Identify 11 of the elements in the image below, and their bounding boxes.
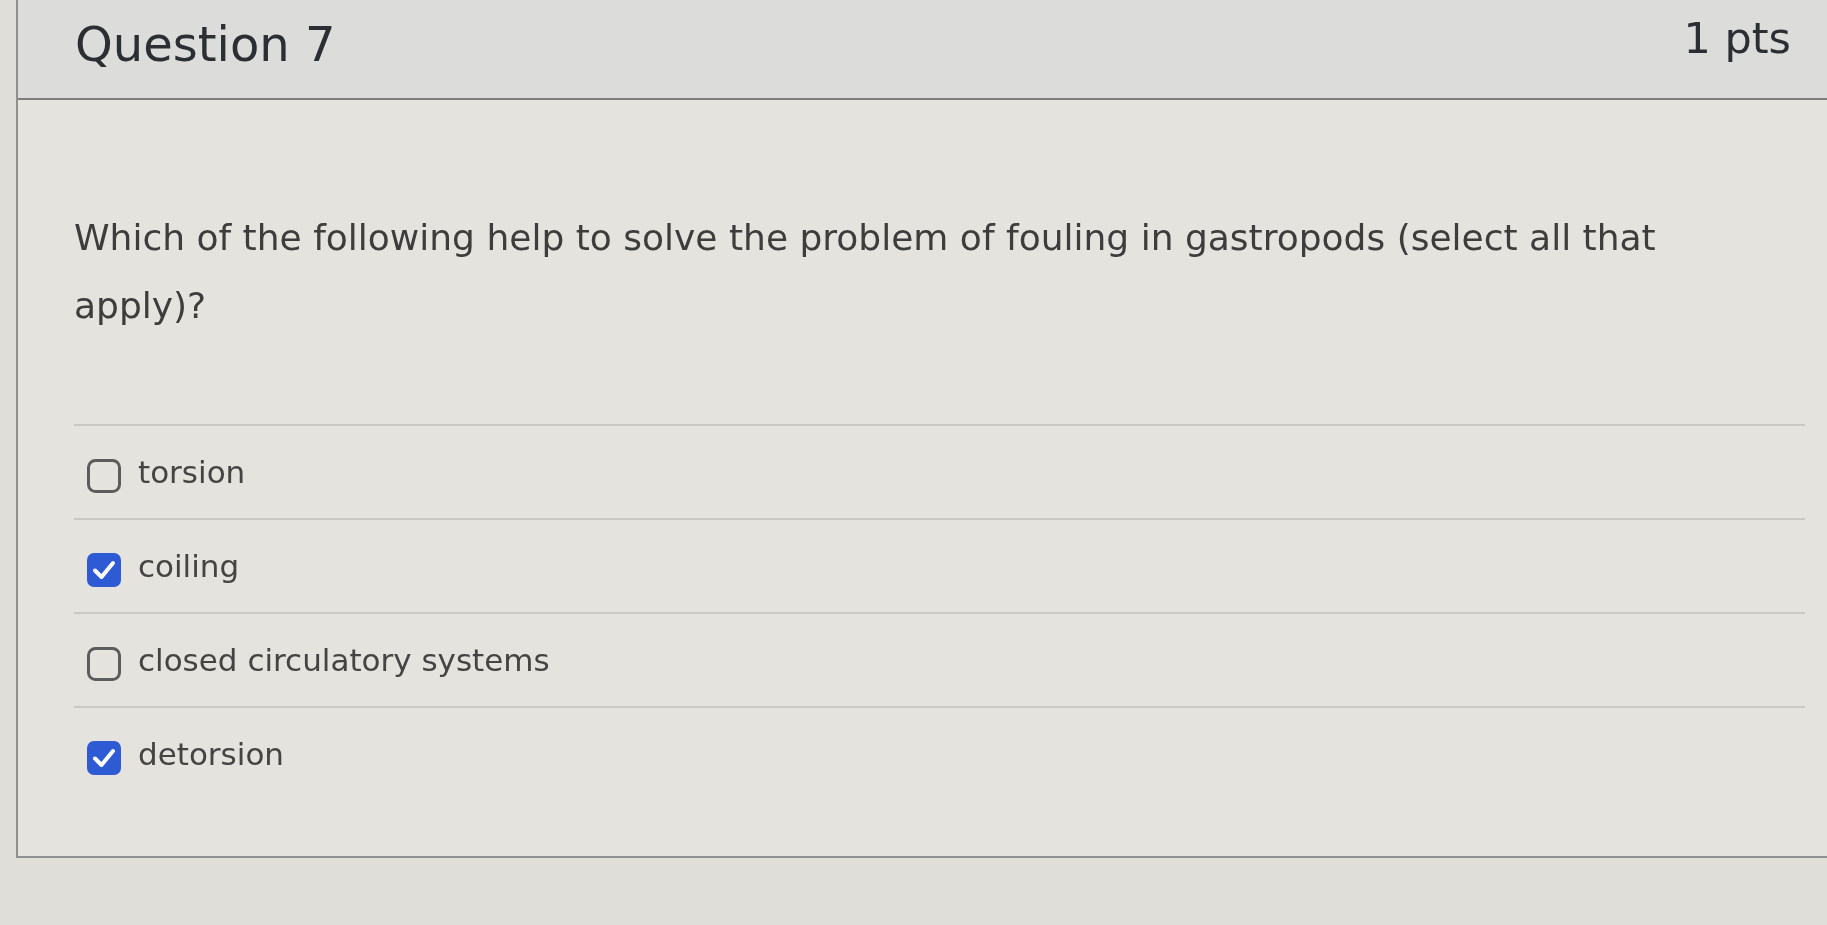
checkbox[interactable]: [86, 646, 122, 682]
checked-checkbox[interactable]: [86, 552, 122, 588]
points-label: 1 pts: [1683, 12, 1791, 64]
answer-label[interactable]: coiling: [138, 548, 240, 584]
answer-label[interactable]: detorsion: [138, 736, 284, 772]
answer-label[interactable]: torsion: [138, 454, 246, 490]
question-text: Which of the following help to solve the problem of fouling in gastropods (select all that apply)?: [74, 216, 1657, 328]
checked-checkbox[interactable]: [86, 740, 122, 776]
checkbox[interactable]: [86, 458, 122, 494]
answer-label[interactable]: closed circulatory systems: [138, 642, 550, 678]
question-title: Question 7: [75, 15, 336, 74]
